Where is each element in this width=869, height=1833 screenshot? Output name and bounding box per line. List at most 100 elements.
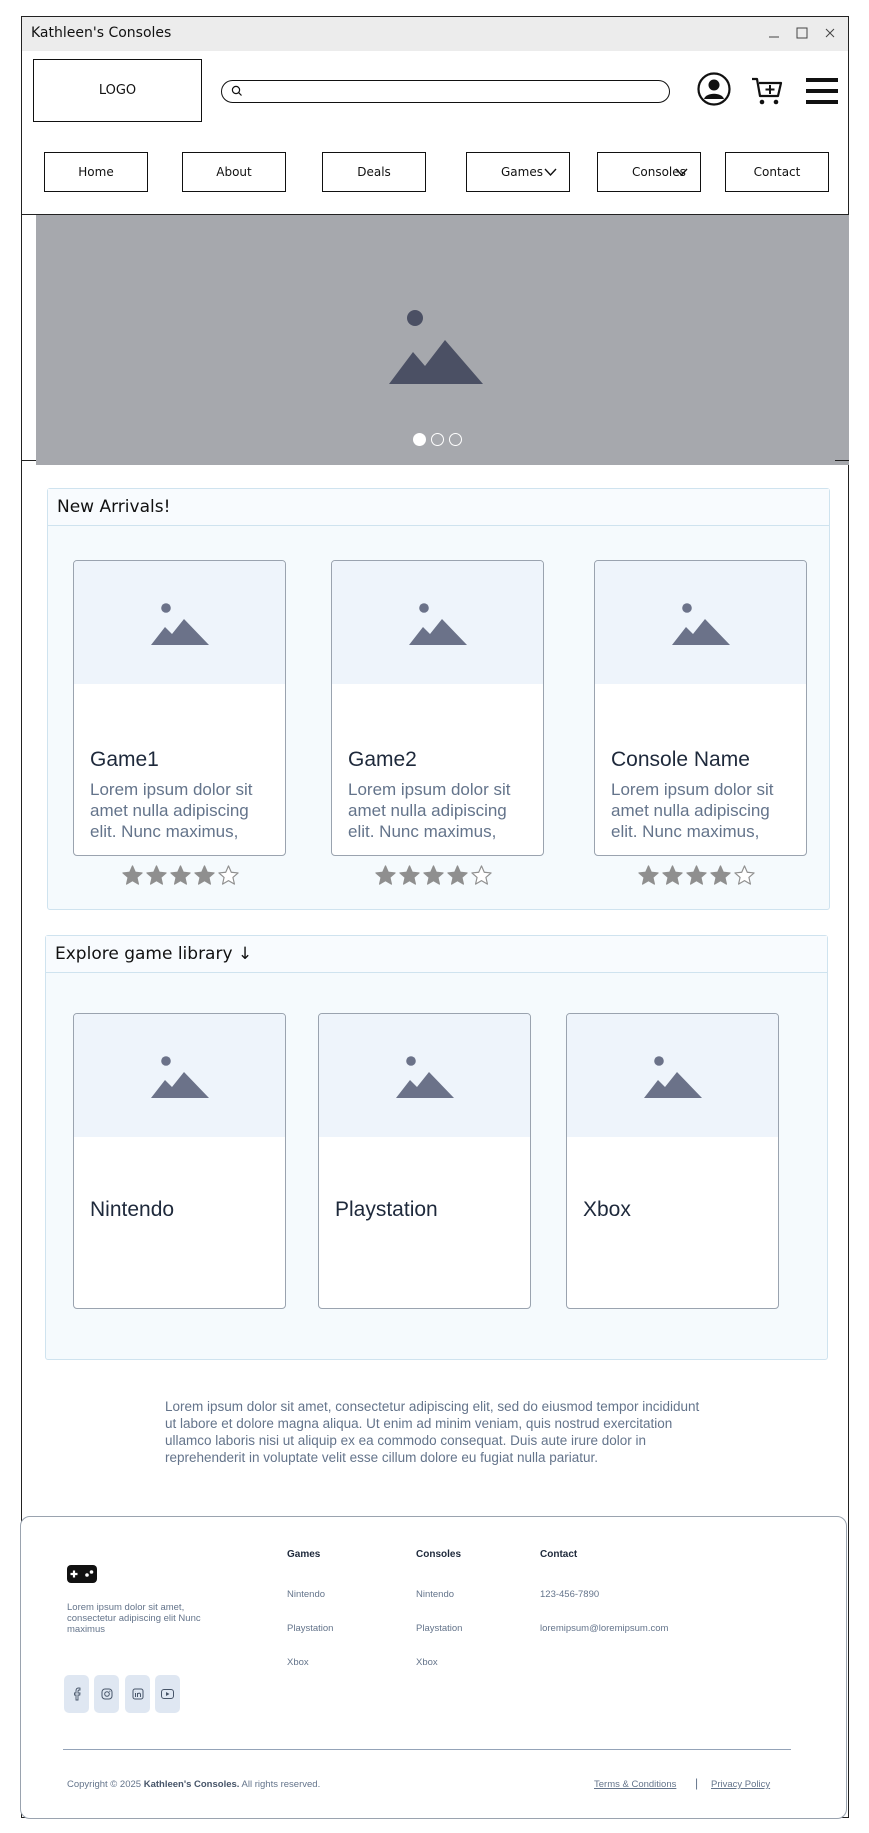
youtube-icon bbox=[161, 1689, 174, 1699]
section-title: New Arrivals! bbox=[57, 497, 171, 517]
star-filled-icon[interactable] bbox=[374, 864, 397, 887]
star-filled-icon[interactable] bbox=[685, 864, 708, 887]
instagram-icon bbox=[101, 1688, 112, 1700]
search-bar[interactable] bbox=[221, 80, 670, 103]
site-footer: Lorem ipsum dolor sit amet, consectetur … bbox=[20, 1516, 847, 1819]
platform-card[interactable]: Xbox bbox=[566, 1013, 779, 1309]
game-library-header[interactable]: Explore game library ↓ bbox=[46, 936, 827, 973]
nav-about-button[interactable]: About bbox=[182, 152, 286, 192]
product-description: Lorem ipsum dolor sit amet nulla adipisc… bbox=[348, 780, 511, 841]
copyright-suffix: All rights reserved. bbox=[241, 1779, 321, 1790]
platform-image bbox=[319, 1014, 530, 1137]
section-title: Explore game library ↓ bbox=[55, 944, 253, 964]
star-filled-icon[interactable] bbox=[193, 864, 216, 887]
nav-consoles-dropdown[interactable]: Consoles bbox=[597, 152, 701, 192]
linkedin-icon bbox=[132, 1688, 143, 1700]
footer-consoles-heading: Consoles bbox=[416, 1549, 462, 1560]
search-icon bbox=[231, 85, 242, 96]
footer-link-xbox[interactable]: Xbox bbox=[416, 1657, 438, 1668]
gamepad-logo-icon[interactable] bbox=[67, 1565, 97, 1583]
star-filled-icon[interactable] bbox=[145, 864, 168, 887]
footer-contact-heading: Contact bbox=[540, 1549, 578, 1560]
star-filled-icon[interactable] bbox=[422, 864, 445, 887]
intro-paragraph: Lorem ipsum dolor sit amet, consectetur … bbox=[165, 1399, 700, 1465]
product-card[interactable]: Game2 Lorem ipsum dolor sit amet nulla a… bbox=[331, 560, 544, 856]
search-input[interactable] bbox=[246, 83, 656, 100]
footer-link-nintendo[interactable]: Nintendo bbox=[287, 1589, 325, 1600]
footer-link-playstation[interactable]: Playstation bbox=[416, 1623, 462, 1634]
product-name: Game2 bbox=[348, 748, 417, 771]
platform-name: Xbox bbox=[583, 1198, 631, 1221]
product-card[interactable]: Game1 Lorem ipsum dolor sit amet nulla a… bbox=[73, 560, 286, 856]
footer-link-playstation[interactable]: Playstation bbox=[287, 1623, 333, 1634]
nav-home-button[interactable]: Home bbox=[44, 152, 148, 192]
chevron-down-icon bbox=[544, 168, 557, 177]
hero-edge-mark bbox=[22, 460, 36, 461]
star-empty-icon[interactable] bbox=[470, 864, 493, 887]
footer-games-heading: Games bbox=[287, 1549, 321, 1560]
privacy-link[interactable]: Privacy Policy bbox=[711, 1779, 770, 1790]
chevron-down-icon bbox=[675, 168, 688, 177]
maximize-icon[interactable] bbox=[792, 23, 812, 43]
nav-deals-button[interactable]: Deals bbox=[322, 152, 426, 192]
carousel-dot-3[interactable] bbox=[449, 433, 462, 446]
copyright-prefix: Copyright © 2025 bbox=[67, 1779, 142, 1790]
star-empty-icon[interactable] bbox=[733, 864, 756, 887]
product-image bbox=[595, 561, 806, 684]
image-placeholder-icon bbox=[151, 1056, 209, 1098]
star-empty-icon[interactable] bbox=[217, 864, 240, 887]
product-description: Lorem ipsum dolor sit amet nulla adipisc… bbox=[611, 780, 774, 841]
rating-stars[interactable] bbox=[374, 864, 493, 887]
close-icon[interactable] bbox=[820, 23, 840, 43]
new-arrivals-header: New Arrivals! bbox=[48, 489, 829, 526]
star-filled-icon[interactable] bbox=[398, 864, 421, 887]
window-title: Kathleen's Consoles bbox=[31, 25, 172, 41]
site-logo[interactable]: LOGO bbox=[33, 59, 202, 122]
new-arrivals-section: New Arrivals! Game1 Lorem ipsum dolor si… bbox=[47, 488, 830, 910]
star-filled-icon[interactable] bbox=[446, 864, 469, 887]
platform-name: Nintendo bbox=[90, 1198, 175, 1221]
platform-image bbox=[567, 1014, 778, 1137]
hamburger-menu-icon[interactable] bbox=[805, 75, 839, 107]
platform-name: Playstation bbox=[335, 1198, 438, 1221]
carousel-dot-1[interactable] bbox=[413, 433, 426, 446]
footer-description: Lorem ipsum dolor sit amet, consectetur … bbox=[67, 1602, 201, 1635]
product-name: Console Name bbox=[611, 748, 750, 771]
rating-stars[interactable] bbox=[121, 864, 240, 887]
footer-link-xbox[interactable]: Xbox bbox=[287, 1657, 309, 1668]
instagram-link[interactable] bbox=[94, 1675, 119, 1713]
nav-games-dropdown[interactable]: Games bbox=[466, 152, 570, 192]
platform-card[interactable]: Nintendo bbox=[73, 1013, 286, 1309]
facebook-link[interactable] bbox=[64, 1675, 89, 1713]
facebook-icon bbox=[73, 1687, 80, 1701]
nav-contact-button[interactable]: Contact bbox=[725, 152, 829, 192]
product-image bbox=[74, 561, 285, 684]
platform-card[interactable]: Playstation bbox=[318, 1013, 531, 1309]
minimize-icon[interactable] bbox=[764, 23, 784, 43]
image-placeholder-icon bbox=[151, 603, 209, 645]
user-icon[interactable] bbox=[697, 72, 731, 106]
star-filled-icon[interactable] bbox=[637, 864, 660, 887]
image-placeholder-icon bbox=[672, 603, 730, 645]
star-filled-icon[interactable] bbox=[661, 864, 684, 887]
title-bar: Kathleen's Consoles bbox=[22, 17, 848, 51]
carousel-dots bbox=[413, 433, 462, 446]
product-card[interactable]: Console Name Lorem ipsum dolor sit amet … bbox=[594, 560, 807, 856]
terms-link[interactable]: Terms & Conditions bbox=[594, 1779, 676, 1790]
footer-phone[interactable]: 123-456-7890 bbox=[540, 1589, 599, 1600]
star-filled-icon[interactable] bbox=[121, 864, 144, 887]
footer-link-nintendo[interactable]: Nintendo bbox=[416, 1589, 454, 1600]
linkedin-link[interactable] bbox=[125, 1675, 150, 1713]
copyright-brand: Kathleen's Consoles. bbox=[143, 1779, 240, 1790]
product-description: Lorem ipsum dolor sit amet nulla adipisc… bbox=[90, 780, 253, 841]
cart-add-icon[interactable] bbox=[751, 75, 783, 107]
carousel-dot-2[interactable] bbox=[431, 433, 444, 446]
youtube-link[interactable] bbox=[155, 1675, 180, 1713]
image-placeholder-icon bbox=[644, 1056, 702, 1098]
footer-email[interactable]: loremipsum@loremipsum.com bbox=[540, 1623, 668, 1634]
rating-stars[interactable] bbox=[637, 864, 756, 887]
footer-separator: | bbox=[695, 1776, 699, 1790]
star-filled-icon[interactable] bbox=[169, 864, 192, 887]
hero-carousel[interactable] bbox=[36, 215, 849, 465]
star-filled-icon[interactable] bbox=[709, 864, 732, 887]
